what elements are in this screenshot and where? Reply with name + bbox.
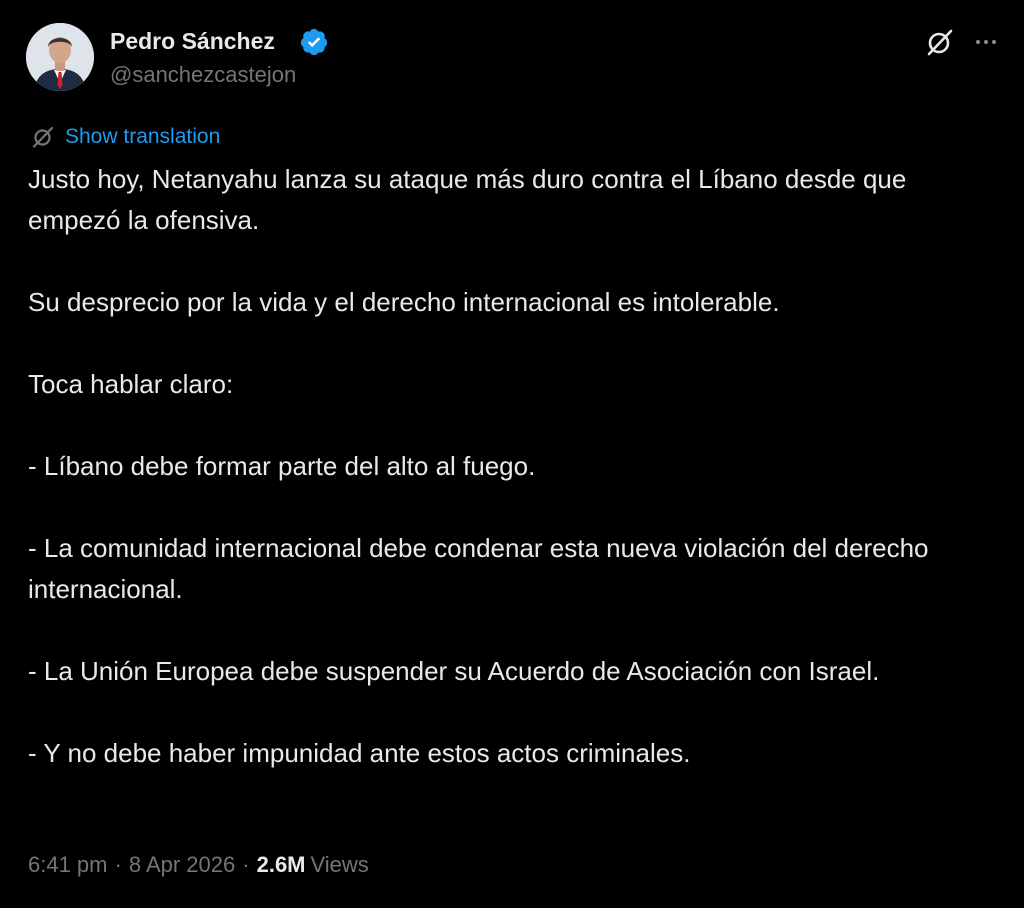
post-paragraph: Toca hablar claro:: [28, 369, 234, 399]
avatar-image: [26, 23, 94, 91]
author-handle[interactable]: @sanchezcastejon: [110, 60, 296, 90]
post-paragraph: - Y no debe haber impunidad ante estos a…: [28, 738, 691, 768]
post-paragraph: Su desprecio por la vida y el derecho in…: [28, 287, 780, 317]
more-horizontal-icon: [976, 40, 996, 44]
post: Pedro Sánchez @sanchezcastejon Show tran…: [0, 0, 1024, 908]
avatar[interactable]: [26, 23, 94, 91]
author-name[interactable]: Pedro Sánchez: [110, 26, 275, 56]
views-label[interactable]: Views: [311, 852, 369, 877]
meta-separator: ·: [114, 852, 122, 877]
post-text: Justo hoy, Netanyahu lanza su ataque más…: [28, 159, 988, 774]
meta-separator: ·: [242, 852, 250, 877]
post-paragraph: - La comunidad internacional debe conden…: [28, 533, 936, 604]
show-translation-link[interactable]: Show translation: [65, 122, 220, 152]
views-count[interactable]: 2.6M: [257, 852, 306, 877]
post-paragraph: Justo hoy, Netanyahu lanza su ataque más…: [28, 164, 914, 235]
translate-icon: [30, 124, 56, 150]
grok-button[interactable]: [922, 24, 958, 60]
verified-badge-icon[interactable]: [299, 27, 329, 57]
post-date[interactable]: 8 Apr 2026: [129, 852, 235, 877]
more-options-button[interactable]: [968, 24, 1004, 60]
post-time[interactable]: 6:41 pm: [28, 852, 108, 877]
show-translation-button[interactable]: Show translation: [30, 122, 220, 152]
grok-icon: [927, 29, 953, 56]
post-paragraph: - La Unión Europea debe suspender su Acu…: [28, 656, 880, 686]
post-paragraph: - Líbano debe formar parte del alto al f…: [28, 451, 536, 481]
post-metadata: 6:41 pm · 8 Apr 2026 · 2.6M Views: [28, 849, 369, 881]
